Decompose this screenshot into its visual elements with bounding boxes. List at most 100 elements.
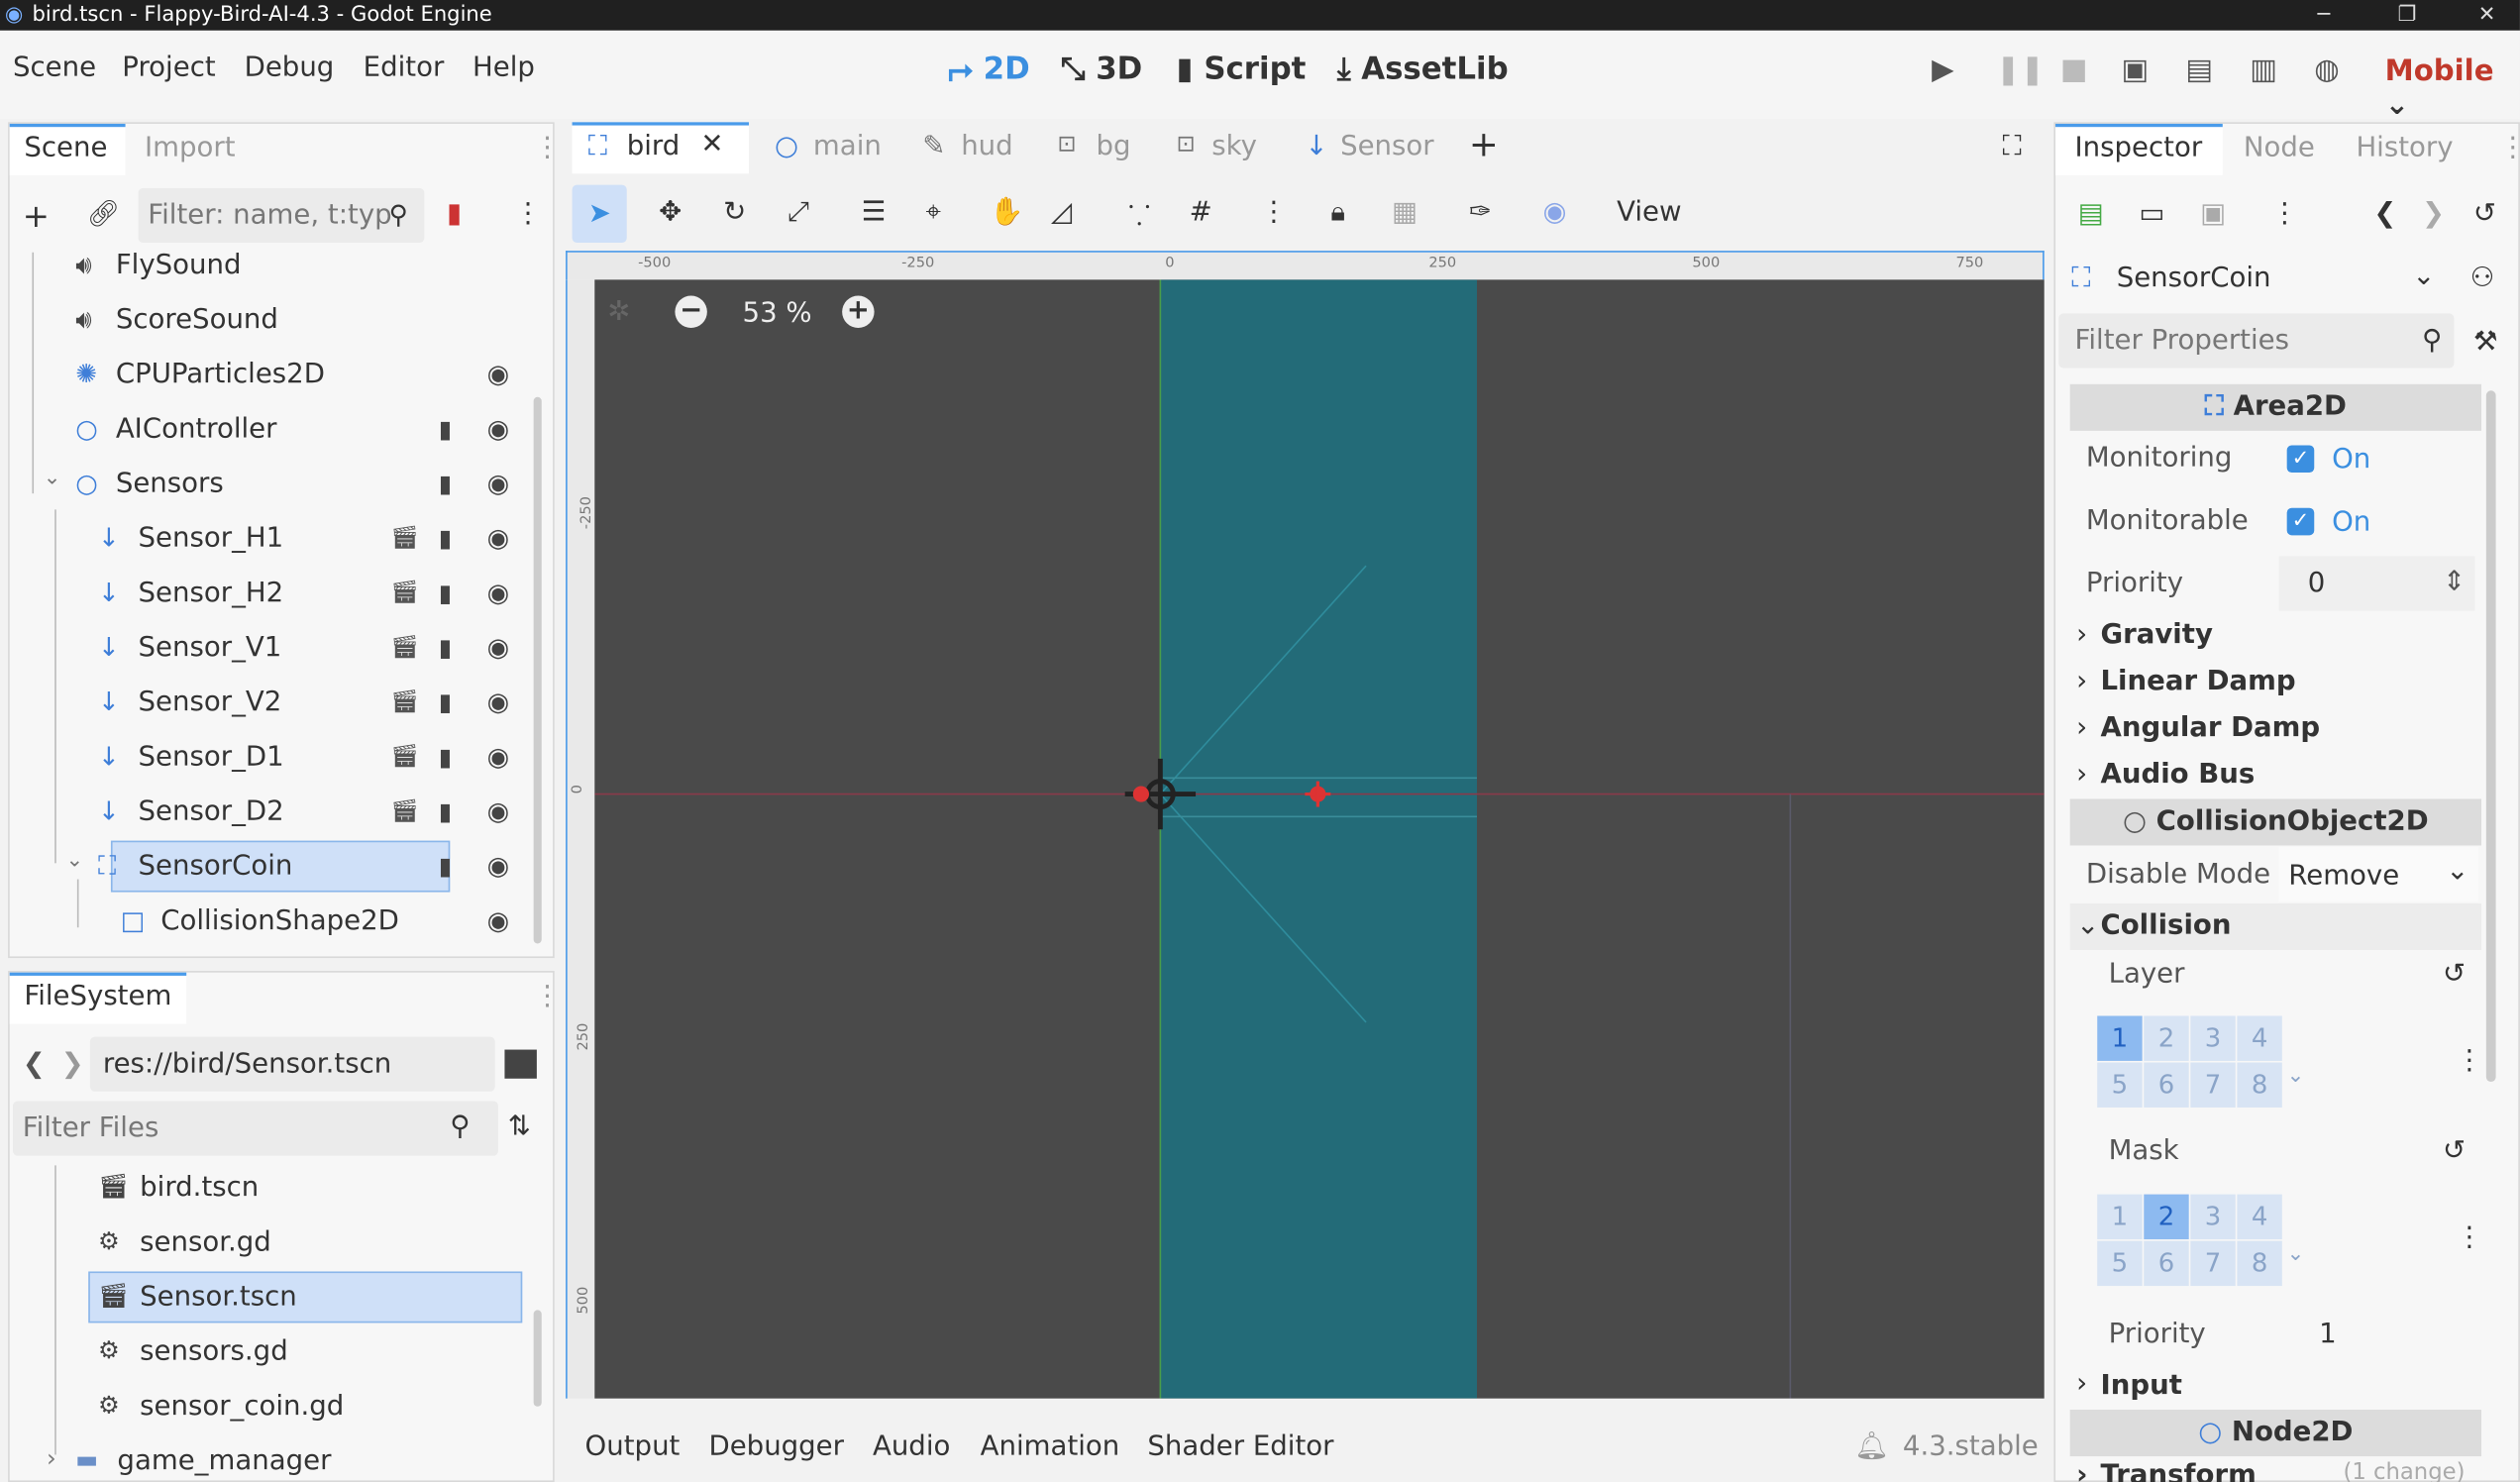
visibility-eye-icon[interactable]: ◉ [487,795,510,826]
distraction-free-icon[interactable]: ⛶ [2003,130,2022,161]
restore-icon[interactable]: ❐ [2398,0,2417,31]
tab-audio[interactable]: Audio [873,1430,950,1462]
scene-node-sensor-d1[interactable]: Sensor_D1 [139,730,284,785]
monitorable-checkbox[interactable]: ✓ [2286,507,2315,536]
visibility-eye-icon[interactable]: ◉ [487,850,510,881]
inspected-node-name[interactable]: SensorCoin [2117,262,2271,293]
camera-override-icon[interactable]: ◉ [1543,196,1567,228]
bit-toggle[interactable]: 6 [2144,1062,2189,1108]
new-resource-icon[interactable]: ▤ [2078,198,2104,230]
scene-tree-scrollbar[interactable] [533,396,542,944]
script-icon[interactable]: ▮ [439,524,452,553]
play-icon[interactable]: ▶ [1932,53,1953,87]
dock-menu-icon[interactable]: ⋮ [534,132,562,163]
tab-import[interactable]: Import [145,132,236,163]
revert-icon[interactable]: ↺ [2443,1135,2466,1167]
tab-output[interactable]: Output [585,1430,681,1462]
forward-icon[interactable]: ❯ [61,1048,84,1080]
zoom-level[interactable]: 53 % [743,297,812,329]
script-icon[interactable]: ▮ [439,633,452,662]
instance-icon[interactable]: 🎬︎ [390,635,419,661]
input-group[interactable]: Input [2100,1369,2181,1401]
scene-node-sensor-v2[interactable]: Sensor_V2 [139,675,282,729]
script-icon[interactable]: ▮ [439,579,452,607]
bone-icon[interactable]: ✑ [1469,196,1492,228]
tab-animation[interactable]: Animation [981,1430,1120,1462]
monitoring-checkbox[interactable]: ✓ [2286,445,2315,474]
tab-bg[interactable]: bg [1096,130,1130,161]
stop-icon[interactable]: ■ [2060,53,2088,87]
object-history-icon[interactable]: ↺ [2473,198,2496,230]
group-audio-bus[interactable]: Audio Bus [2100,759,2255,791]
file-item[interactable]: sensors.gd [140,1324,288,1379]
zoom-out-icon[interactable]: − [675,295,707,329]
dock-menu-icon[interactable]: ⋮ [534,981,562,1012]
scene-node-sensor-d2[interactable]: Sensor_D2 [139,785,284,839]
history-back-icon[interactable]: ❮ [2373,198,2396,230]
sort-icon[interactable]: ⇅ [508,1111,531,1142]
chevron-right-icon[interactable]: › [47,1443,56,1472]
scene-node-collisionshape2d[interactable]: CollisionShape2D [160,894,399,948]
path-field[interactable]: res://bird/Sensor.tscn [89,1036,495,1092]
bit-toggle[interactable]: 3 [2190,1015,2236,1061]
add-node-icon[interactable]: + [23,196,50,235]
group-angular-damp[interactable]: Angular Damp [2100,712,2320,744]
remote-debug-icon[interactable]: ▣ [2122,53,2150,87]
group-gravity[interactable]: Gravity [2100,619,2212,651]
transform-group[interactable]: › Transform (1 change) [2070,1459,2481,1482]
bit-toggle[interactable]: 4 [2237,1194,2282,1240]
mask-menu-icon[interactable]: ⋮ [2456,1221,2483,1253]
file-scrollbar[interactable] [533,1310,542,1407]
back-icon[interactable]: ❮ [23,1048,46,1080]
instance-icon[interactable]: 🎬︎ [390,526,419,552]
bit-toggle[interactable]: 5 [2097,1062,2143,1108]
split-mode-icon[interactable] [504,1049,537,1079]
group-icon[interactable]: ▦ [1392,196,1418,228]
ruler-icon[interactable]: ◿ [1051,196,1072,228]
visibility-eye-icon[interactable]: ◉ [487,413,510,444]
tab-sensor[interactable]: Sensor [1340,130,1434,161]
bit-toggle[interactable]: 5 [2097,1240,2143,1287]
bit-toggle[interactable]: 7 [2190,1062,2236,1108]
file-item[interactable]: sensor.gd [140,1216,271,1270]
script-icon[interactable]: ▮ [439,415,452,444]
file-item[interactable]: bird.tscn [140,1161,259,1216]
file-item[interactable]: Sensor.tscn [140,1270,297,1324]
lock-icon[interactable]: 🔒︎ [1330,196,1345,228]
script-icon[interactable]: ▮ [439,743,452,772]
scene-node-sensors[interactable]: Sensors [116,457,224,511]
bit-toggle[interactable]: 1 [2097,1194,2143,1240]
chevron-down-icon[interactable]: ⌄ [66,849,84,873]
renderer-select[interactable]: Mobile ⌄ [2385,54,2520,122]
revert-icon[interactable]: ↺ [2443,958,2466,990]
save-icon[interactable]: ▣ [2200,198,2226,230]
file-item[interactable]: game_manager [117,1433,331,1482]
instance-icon[interactable]: 🎬︎ [390,581,419,606]
bit-toggle[interactable]: 8 [2237,1240,2282,1287]
scene-filter-input[interactable]: Filter: name, t:typ [138,187,425,244]
notification-bell-icon[interactable]: 🔔︎ [1854,1430,1889,1462]
tab-history[interactable]: History [2356,132,2453,163]
visibility-eye-icon[interactable]: ◉ [487,359,510,389]
zoom-in-icon[interactable]: + [842,295,875,329]
bit-toggle[interactable]: 2 [2144,1015,2189,1061]
open-folder-icon[interactable]: ▭ [2139,198,2164,230]
script-icon[interactable]: ▮ [439,688,452,716]
history-forward-icon[interactable]: ❯ [2422,198,2445,230]
bit-toggle[interactable]: 3 [2190,1194,2236,1240]
play-custom-scene-icon[interactable]: ▥ [2250,53,2277,87]
mode-3d-button[interactable]: ⤡ 3D [1061,52,1142,87]
minimize-icon[interactable]: ─ [2318,0,2331,31]
group-linear-damp[interactable]: Linear Damp [2100,666,2295,697]
mode-2d-button[interactable]: ⮣ 2D [948,52,1029,87]
scene-node-cpuparticles2d[interactable]: CPUParticles2D [116,347,325,401]
bit-toggle[interactable]: 4 [2237,1015,2282,1061]
bit-toggle[interactable]: 6 [2144,1240,2189,1287]
view-menu-button[interactable]: View [1617,196,1681,228]
snap-options-icon[interactable]: ⋮ [1260,196,1288,228]
pivot-icon[interactable]: ⌖ [926,196,942,228]
mode-assetlib-button[interactable]: ⤓ AssetLib [1337,52,1509,87]
tab-sky[interactable]: sky [1211,130,1257,161]
script-icon[interactable]: ▮ [439,470,452,498]
scene-node-scoresound[interactable]: ScoreSound [116,292,278,347]
